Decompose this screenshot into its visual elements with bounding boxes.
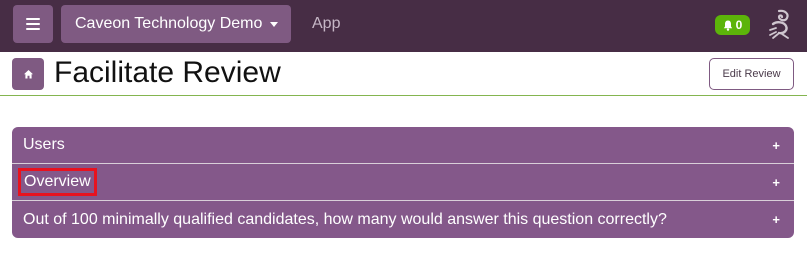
panel-label-users: Users	[23, 136, 65, 153]
expand-plus-icon[interactable]: +	[772, 175, 780, 190]
notifications-badge[interactable]: 0	[715, 15, 750, 35]
bell-icon	[723, 20, 732, 31]
scorpion-logo-icon	[769, 9, 789, 39]
expand-plus-icon[interactable]: +	[772, 138, 780, 153]
panel-label-question: Out of 100 minimally qualified candidate…	[23, 210, 667, 228]
top-navbar: Caveon Technology Demo App 0	[0, 0, 807, 52]
organization-label: Caveon Technology Demo	[75, 15, 263, 32]
hamburger-icon	[26, 18, 40, 30]
panel-label-overview: Overview	[18, 168, 97, 196]
home-button[interactable]	[12, 58, 44, 90]
edit-review-button[interactable]: Edit Review	[709, 58, 794, 90]
expand-plus-icon[interactable]: +	[772, 212, 780, 227]
accordion-panel-question[interactable]: Out of 100 minimally qualified candidate…	[12, 201, 794, 238]
app-link[interactable]: App	[312, 15, 340, 33]
notification-count: 0	[735, 18, 743, 32]
page-header: Facilitate Review Edit Review	[0, 52, 807, 96]
page-title: Facilitate Review	[54, 56, 281, 89]
review-accordion: Users + Overview + Out of 100 minimally …	[12, 127, 794, 238]
organization-dropdown[interactable]: Caveon Technology Demo	[61, 5, 291, 43]
accordion-panel-users[interactable]: Users +	[12, 127, 794, 164]
menu-button[interactable]	[13, 5, 53, 43]
home-icon	[23, 69, 33, 78]
caret-down-icon	[270, 21, 279, 27]
accordion-panel-overview[interactable]: Overview +	[12, 164, 794, 201]
